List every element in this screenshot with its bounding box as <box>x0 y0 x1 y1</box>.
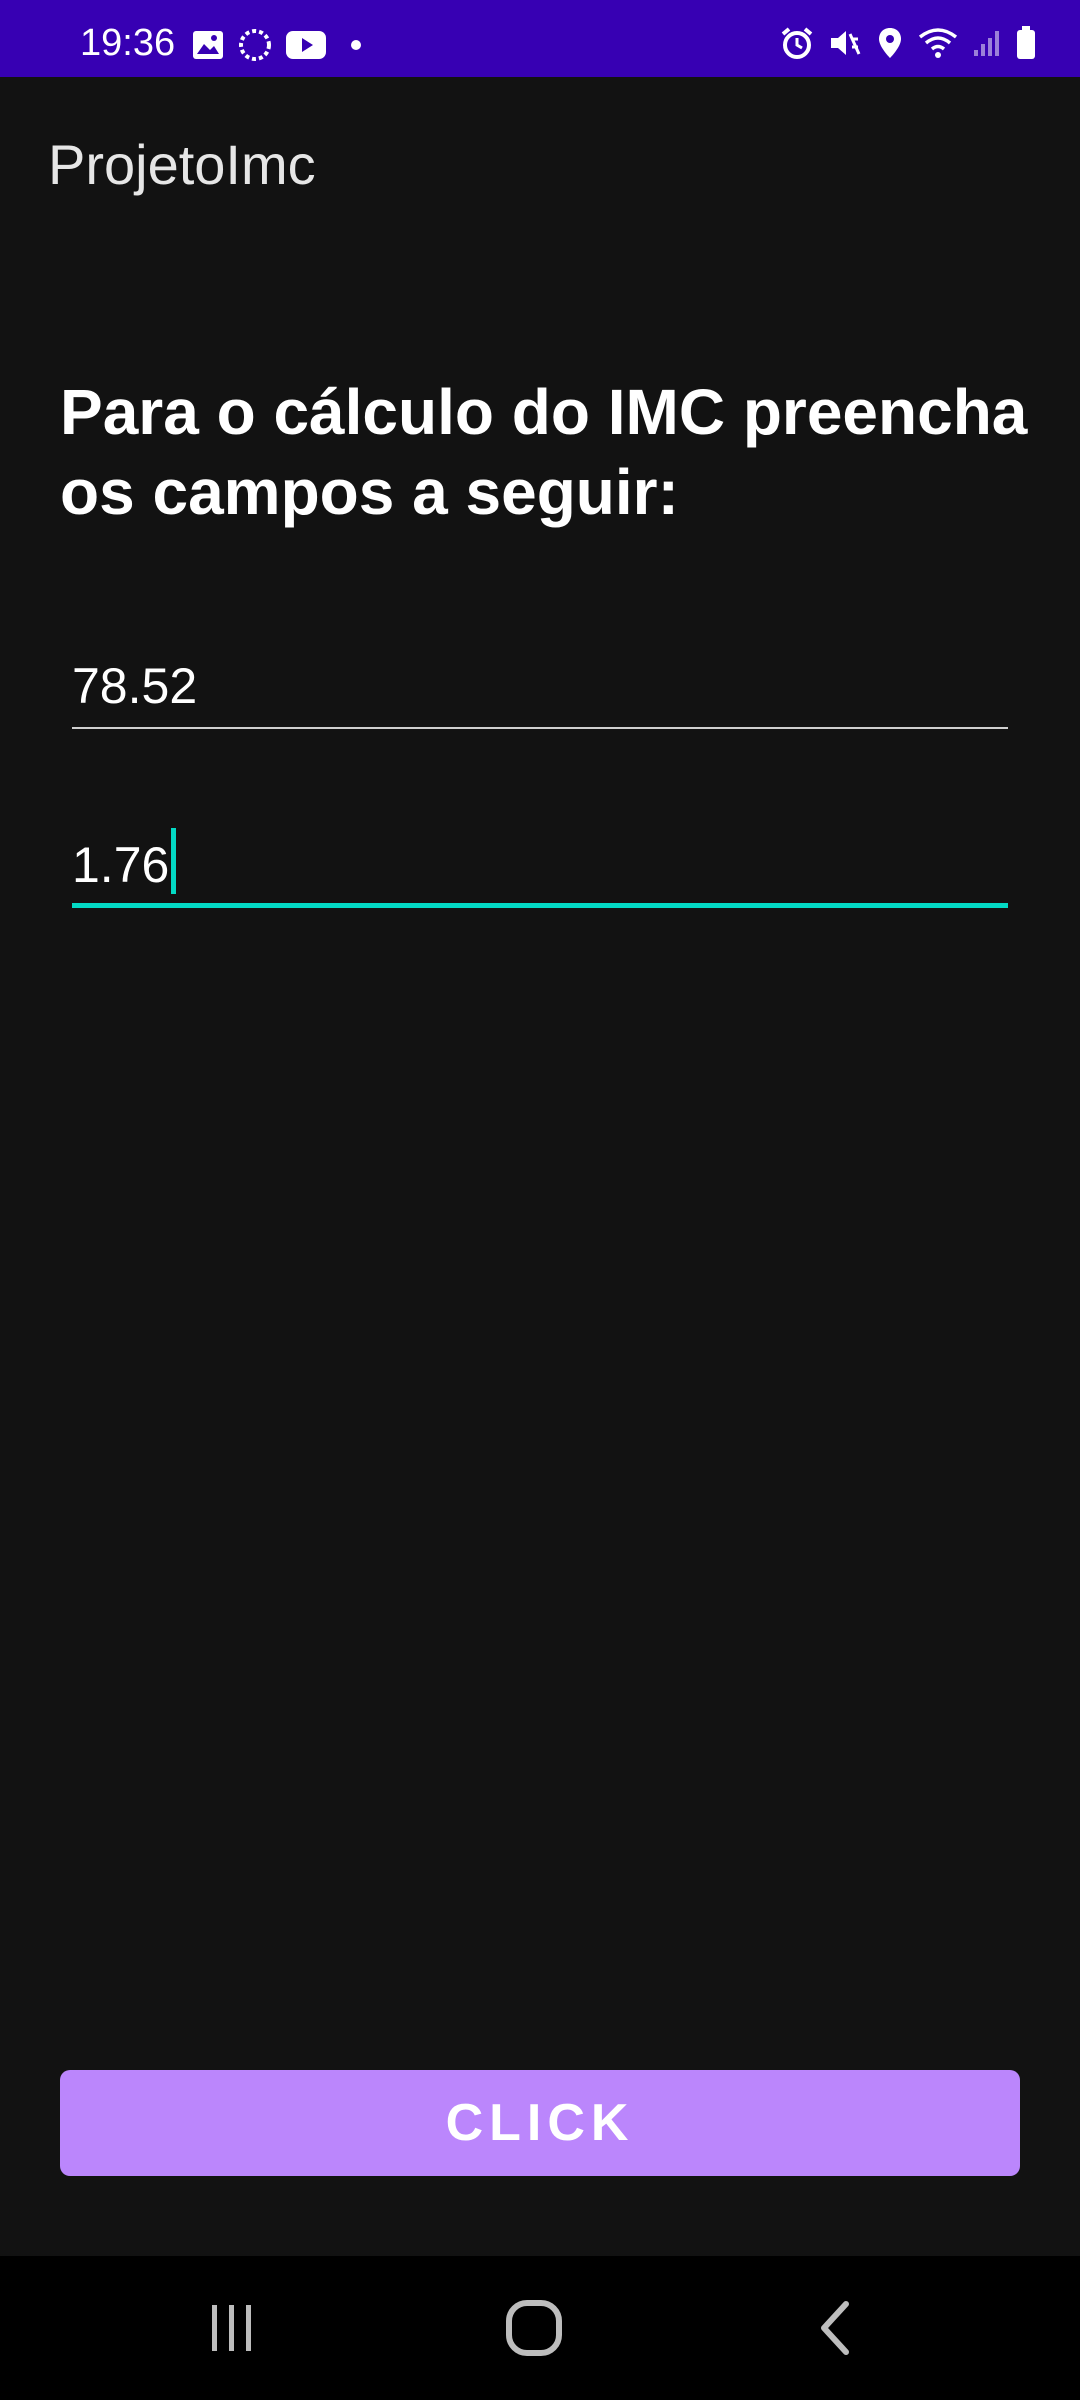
home-icon[interactable] <box>494 2298 574 2358</box>
signal-icon <box>972 28 1002 63</box>
sync-icon <box>238 28 272 67</box>
notification-dot-icon <box>340 38 370 57</box>
status-left-icons <box>192 28 370 67</box>
status-time: 19:36 <box>80 22 176 64</box>
height-input-underline <box>72 903 1008 908</box>
height-input-value: 1.76 <box>72 837 170 893</box>
weight-input[interactable]: 78.52 <box>72 633 1008 729</box>
weight-input-value: 78.52 <box>72 658 198 714</box>
alarm-icon <box>780 26 814 65</box>
mute-icon <box>828 26 862 65</box>
instruction-heading: Para o cálculo do IMC preencha os campos… <box>60 376 1028 528</box>
app-title: ProjetoImc <box>48 133 316 196</box>
weight-input-underline <box>72 727 1008 729</box>
back-icon[interactable] <box>796 2298 876 2358</box>
status-right-icons <box>780 26 1036 65</box>
text-cursor <box>171 828 177 894</box>
recent-apps-icon[interactable] <box>192 2298 272 2358</box>
location-icon <box>876 26 904 65</box>
wifi-icon <box>918 27 958 64</box>
height-input[interactable]: 1.76 <box>72 812 1008 908</box>
gallery-icon <box>192 30 224 65</box>
youtube-icon <box>286 31 326 64</box>
click-button[interactable]: CLICK <box>60 2070 1020 2176</box>
battery-icon <box>1016 26 1036 65</box>
app-bar: ProjetoImc <box>0 77 1080 255</box>
navigation-bar <box>0 2256 1080 2400</box>
height-input-value-wrap: 1.76 <box>72 828 177 894</box>
status-bar: 19:36 <box>0 0 1080 77</box>
